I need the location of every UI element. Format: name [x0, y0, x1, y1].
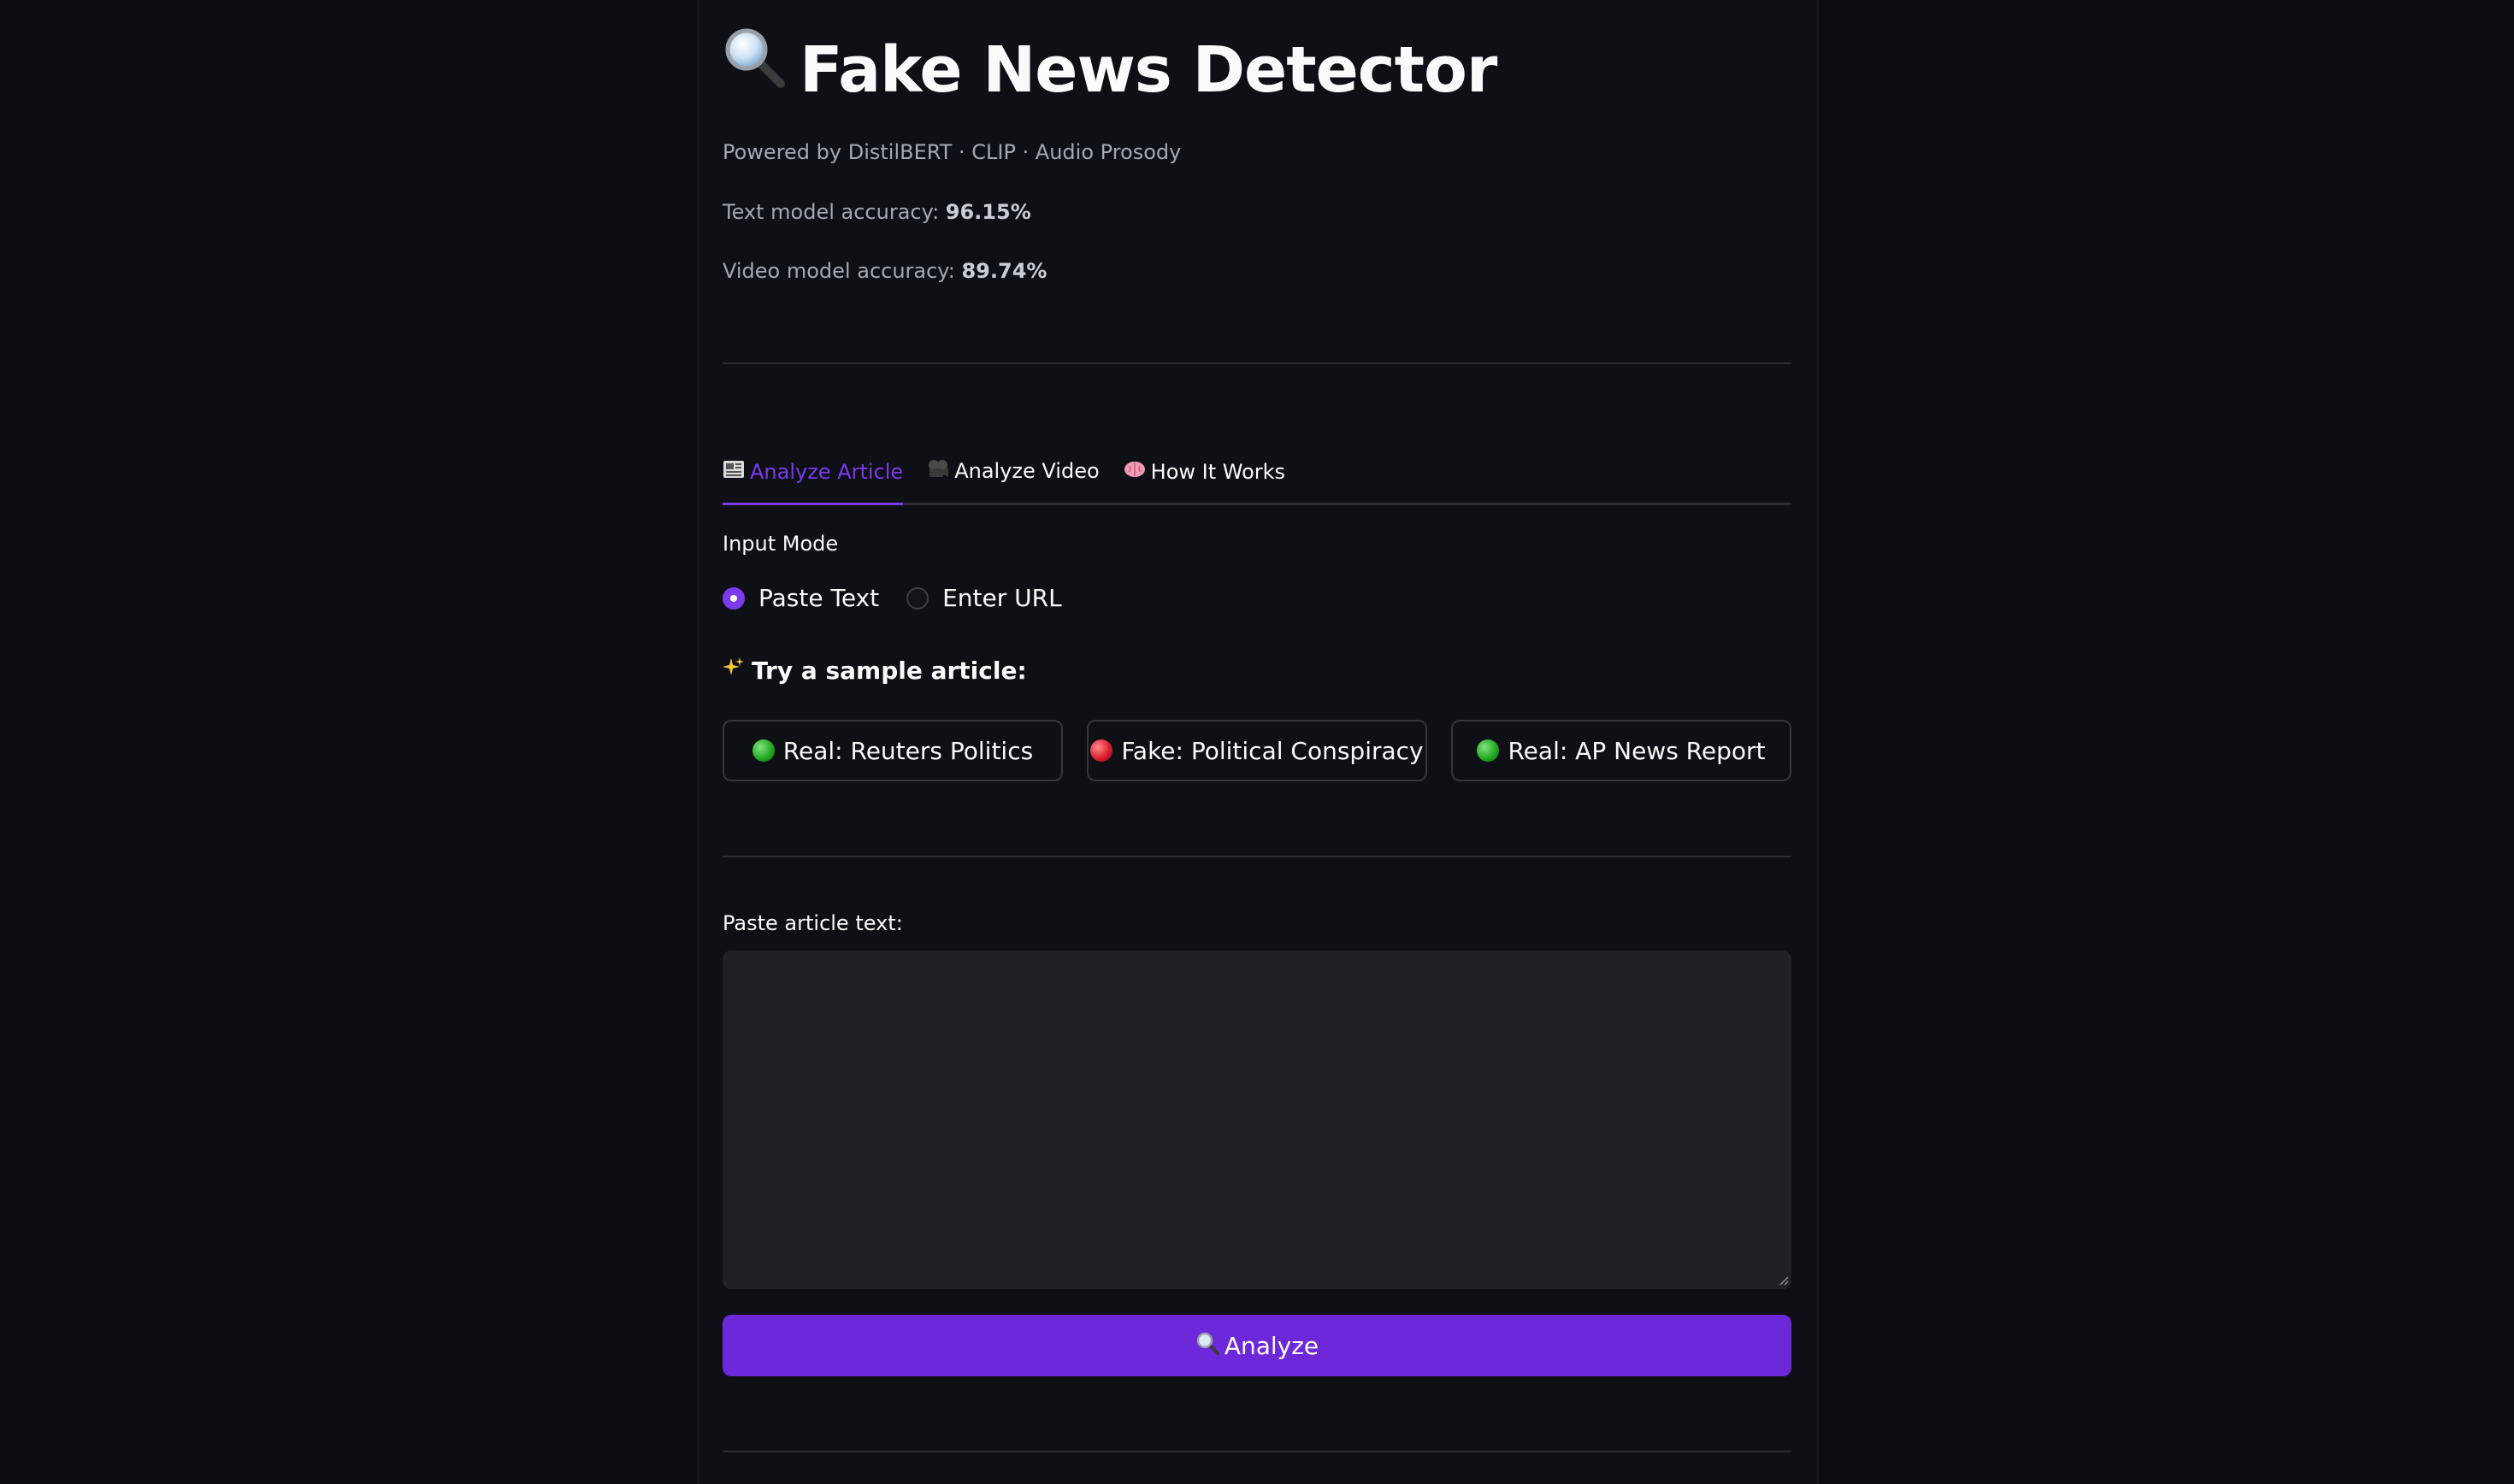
- sample-button-reuters[interactable]: Real: Reuters Politics: [723, 720, 1063, 781]
- magnifier-icon: [723, 26, 788, 115]
- tab-analyze-article[interactable]: Analyze Article: [723, 460, 904, 505]
- page-title: Fake News Detector: [723, 26, 1497, 115]
- green-circle-icon: [1477, 739, 1500, 762]
- radio-paste-text[interactable]: Paste Text: [723, 584, 879, 612]
- film-icon: [927, 458, 949, 484]
- green-circle-icon: [752, 739, 775, 762]
- video-accuracy-value: 89.74%: [961, 259, 1048, 283]
- resize-handle-icon[interactable]: [1779, 1275, 1789, 1286]
- radio-button[interactable]: [906, 586, 929, 610]
- input-mode-label: Input Mode: [723, 532, 839, 556]
- tab-bar: Analyze Article Analyze Video How It Wor…: [723, 445, 1791, 505]
- brain-icon: [1124, 460, 1146, 484]
- main-content: Fake News Detector Powered by DistilBERT…: [697, 0, 1819, 1484]
- text-accuracy-value: 96.15%: [945, 200, 1031, 224]
- divider: [723, 362, 1791, 364]
- divider: [723, 1451, 1791, 1452]
- article-text-input[interactable]: [723, 951, 1791, 1289]
- input-mode-radio-group: Paste Text Enter URL: [723, 584, 1089, 612]
- text-accuracy: Text model accuracy: 96.15%: [723, 200, 1031, 224]
- sample-articles-heading: Try a sample article:: [723, 657, 1027, 685]
- divider: [723, 856, 1791, 857]
- sample-button-ap-news[interactable]: Real: AP News Report: [1451, 720, 1791, 781]
- video-accuracy: Video model accuracy: 89.74%: [723, 259, 1048, 283]
- tab-how-it-works[interactable]: How It Works: [1124, 460, 1285, 503]
- sparkles-icon: [723, 657, 745, 685]
- sample-buttons: Real: Reuters Politics Fake: Political C…: [723, 720, 1791, 781]
- magnifier-icon: [1195, 1331, 1219, 1361]
- radio-enter-url[interactable]: Enter URL: [906, 584, 1062, 612]
- powered-by-caption: Powered by DistilBERT · CLIP · Audio Pro…: [723, 140, 1182, 164]
- article-text-label: Paste article text:: [723, 911, 903, 935]
- tab-analyze-video[interactable]: Analyze Video: [927, 458, 1100, 503]
- sample-button-conspiracy[interactable]: Fake: Political Conspiracy: [1087, 720, 1427, 781]
- page-title-text: Fake News Detector: [800, 33, 1497, 107]
- radio-button-selected[interactable]: [723, 586, 745, 610]
- analyze-button[interactable]: Analyze: [723, 1315, 1791, 1376]
- newspaper-icon: [723, 460, 745, 484]
- red-circle-icon: [1090, 739, 1113, 762]
